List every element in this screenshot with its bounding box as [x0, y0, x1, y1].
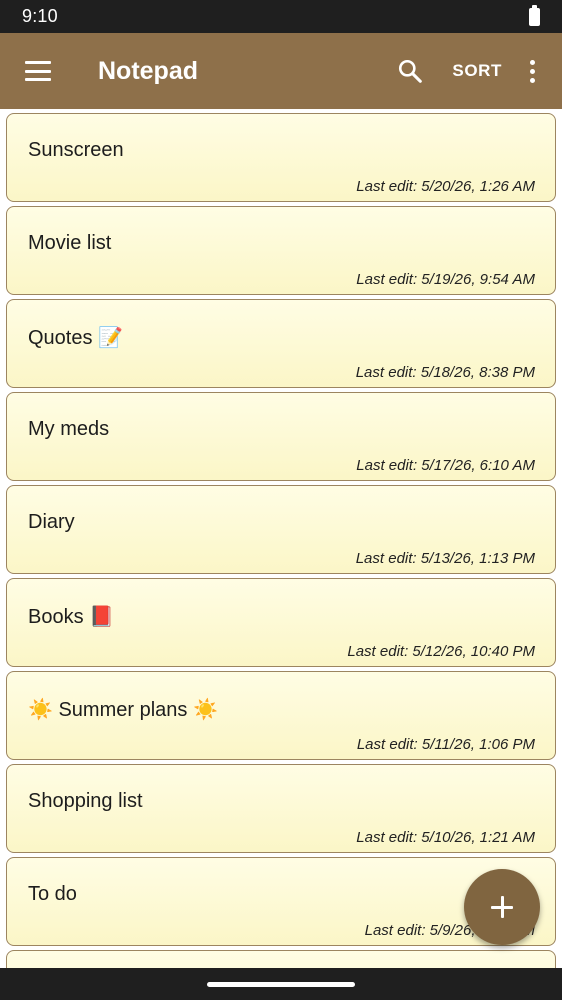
note-card[interactable] — [6, 950, 556, 968]
notes-list[interactable]: Sunscreen Last edit: 5/20/26, 1:26 AM Mo… — [0, 109, 562, 968]
note-title: Movie list — [28, 232, 112, 254]
note-last-edit: Last edit: 5/19/26, 9:54 AM — [356, 271, 535, 288]
note-card[interactable]: Diary Last edit: 5/13/26, 1:13 PM — [6, 485, 556, 574]
home-handle[interactable] — [207, 982, 355, 987]
note-title: Quotes 📝 — [28, 327, 123, 349]
note-title: Diary — [28, 511, 75, 533]
note-last-edit: Last edit: 5/17/26, 6:10 AM — [356, 457, 535, 474]
menu-icon[interactable] — [25, 61, 51, 81]
sort-button[interactable]: SORT — [452, 61, 502, 81]
note-card[interactable]: My meds Last edit: 5/17/26, 6:10 AM — [6, 392, 556, 481]
status-time: 9:10 — [22, 6, 58, 26]
note-card[interactable]: ☀️ Summer plans ☀️ Last edit: 5/11/26, 1… — [6, 671, 556, 760]
battery-icon — [529, 4, 540, 26]
note-title: To do — [28, 883, 77, 905]
note-title: ☀️ Summer plans ☀️ — [28, 699, 218, 721]
note-title: My meds — [28, 418, 110, 440]
note-card[interactable]: Quotes 📝 Last edit: 5/18/26, 8:38 PM — [6, 299, 556, 388]
status-bar: 9:10 — [0, 0, 562, 33]
note-last-edit: Last edit: 5/13/26, 1:13 PM — [355, 550, 535, 567]
note-title: Sunscreen — [28, 139, 124, 161]
note-card[interactable]: Shopping list Last edit: 5/10/26, 1:21 A… — [6, 764, 556, 853]
note-last-edit: Last edit: 5/18/26, 8:38 PM — [355, 364, 535, 381]
more-vert-icon[interactable] — [522, 51, 542, 91]
plus-icon — [491, 896, 513, 918]
note-title: Shopping list — [28, 790, 143, 812]
add-note-button[interactable] — [464, 869, 540, 945]
note-card[interactable]: Movie list Last edit: 5/19/26, 9:54 AM — [6, 206, 556, 295]
note-last-edit: Last edit: 5/10/26, 1:21 AM — [356, 829, 535, 846]
search-icon[interactable] — [390, 51, 430, 91]
app-bar: Notepad SORT — [0, 33, 562, 109]
note-last-edit: Last edit: 5/20/26, 1:26 AM — [356, 178, 535, 195]
navigation-bar — [0, 968, 562, 1000]
note-card[interactable]: Books 📕 Last edit: 5/12/26, 10:40 PM — [6, 578, 556, 667]
note-last-edit: Last edit: 5/12/26, 10:40 PM — [347, 643, 535, 660]
note-card[interactable]: Sunscreen Last edit: 5/20/26, 1:26 AM — [6, 113, 556, 202]
note-title: Books 📕 — [28, 606, 115, 628]
app-title: Notepad — [98, 56, 198, 85]
note-last-edit: Last edit: 5/11/26, 1:06 PM — [356, 736, 535, 753]
